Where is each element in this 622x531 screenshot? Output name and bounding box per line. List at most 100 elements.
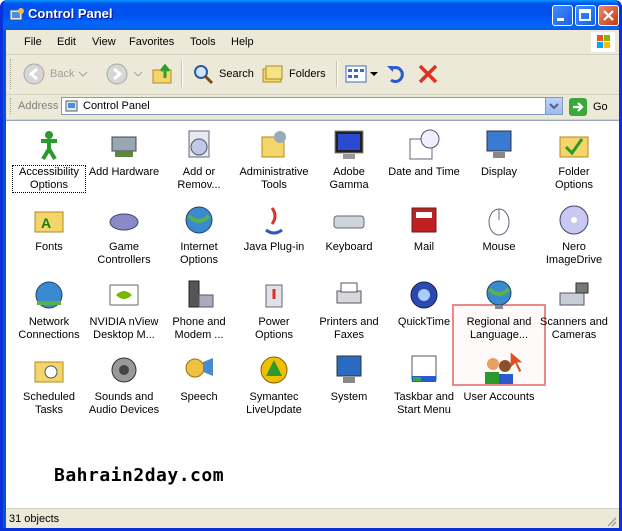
icon-view: Bahrain2day.com Accessibility Options Add… <box>6 120 619 508</box>
control-panel-item[interactable]: Administrative Tools <box>238 127 310 192</box>
item-label: Scanners and Cameras <box>540 316 608 341</box>
nvidia-icon <box>109 284 139 306</box>
control-panel-item[interactable]: Symantec LiveUpdate <box>238 352 310 417</box>
item-label: Mouse <box>482 241 516 253</box>
item-label: Nero ImageDrive <box>545 241 603 266</box>
undo-button[interactable] <box>384 60 408 88</box>
watermark: Bahrain2day.com <box>54 465 225 486</box>
windows-logo-icon <box>591 32 615 52</box>
address-value: Control Panel <box>83 100 150 112</box>
item-label: NVIDIA nView Desktop M... <box>89 316 159 341</box>
svg-text:A: A <box>41 215 51 231</box>
control-panel-item[interactable]: Adobe Gamma <box>313 127 385 192</box>
add-hardware-icon <box>111 136 137 157</box>
control-panel-item[interactable]: Game Controllers <box>88 202 160 267</box>
go-button[interactable]: Go <box>569 98 608 116</box>
close-button[interactable] <box>598 5 619 26</box>
chevron-down-icon <box>79 71 88 77</box>
control-panel-item[interactable]: Internet Options <box>163 202 235 267</box>
menu-tools[interactable]: Tools <box>190 36 216 48</box>
title-bar[interactable]: Control Panel <box>3 0 619 30</box>
standard-toolbar: Back Search Folders <box>6 55 619 95</box>
item-label: Printers and Faxes <box>319 316 379 341</box>
chevron-down-icon <box>133 71 143 77</box>
keyboard-icon <box>333 215 365 229</box>
delete-icon <box>418 64 438 84</box>
address-label: Address <box>18 100 59 112</box>
add-remove-programs-icon <box>188 130 210 158</box>
item-label: QuickTime <box>397 316 451 328</box>
up-folder-button[interactable] <box>151 60 175 88</box>
java-icon <box>265 207 283 235</box>
control-panel-item[interactable]: User Accounts <box>463 352 535 404</box>
views-button[interactable] <box>344 60 378 88</box>
internet-options-icon <box>185 206 213 234</box>
menu-file[interactable]: File <box>24 36 42 48</box>
control-panel-item[interactable]: Accessibility Options <box>12 127 86 193</box>
control-panel-item[interactable]: System <box>313 352 385 404</box>
search-button[interactable]: Search <box>191 60 254 88</box>
control-panel-item[interactable]: Java Plug-in <box>238 202 310 254</box>
control-panel-item[interactable]: Scheduled Tasks <box>13 352 85 417</box>
back-arrow-icon <box>23 63 45 85</box>
item-label: Phone and Modem ... <box>172 316 226 341</box>
adobe-gamma-icon <box>334 130 364 159</box>
forward-button[interactable] <box>105 60 143 88</box>
maximize-button[interactable] <box>575 5 596 26</box>
sounds-audio-icon <box>111 357 137 383</box>
control-panel-item[interactable]: QuickTime <box>388 277 460 329</box>
item-label: Fonts <box>35 241 63 253</box>
control-panel-item[interactable]: Mail <box>388 202 460 254</box>
control-panel-item[interactable]: Display <box>463 127 535 179</box>
control-panel-item[interactable]: Mouse <box>463 202 535 254</box>
toolbar-grip[interactable] <box>10 59 14 89</box>
minimize-button[interactable] <box>552 5 573 26</box>
control-panel-item[interactable]: Add or Remov... <box>163 127 235 192</box>
folders-icon <box>262 65 283 83</box>
mouse-icon <box>488 208 510 236</box>
back-button[interactable]: Back <box>22 60 88 88</box>
chevron-down-icon <box>370 72 378 76</box>
control-panel-item[interactable]: Nero ImageDrive <box>538 202 610 267</box>
address-field[interactable]: Control Panel <box>61 97 563 115</box>
control-panel-item[interactable]: Printers and Faxes <box>313 277 385 342</box>
network-connections-icon <box>35 281 63 309</box>
control-panel-item[interactable]: Add Hardware <box>88 127 160 179</box>
resize-grip-icon[interactable] <box>605 515 617 527</box>
scheduled-tasks-icon <box>34 361 64 383</box>
control-panel-item[interactable]: Network Connections <box>13 277 85 342</box>
control-panel-item[interactable]: Power Options <box>238 277 310 342</box>
folder-options-icon <box>559 136 589 158</box>
control-panel-item[interactable]: Regional and Language... <box>463 277 535 342</box>
toolbar-separator <box>181 61 183 87</box>
item-label: Power Options <box>255 316 293 341</box>
mail-icon <box>411 207 437 233</box>
folders-button[interactable]: Folders <box>261 60 326 88</box>
address-grip[interactable] <box>10 98 14 114</box>
menu-help[interactable]: Help <box>231 36 254 48</box>
menu-favorites[interactable]: Favorites <box>129 36 174 48</box>
control-panel-item[interactable]: Keyboard <box>313 202 385 254</box>
menu-view[interactable]: View <box>92 36 116 48</box>
control-panel-item[interactable]: Taskbar and Start Menu <box>388 352 460 417</box>
power-options-icon <box>265 284 283 308</box>
control-panel-item[interactable]: NVIDIA nView Desktop M... <box>88 277 160 342</box>
undo-icon <box>387 66 404 83</box>
control-panel-item[interactable]: Date and Time <box>388 127 460 179</box>
item-label: Regional and Language... <box>466 316 532 341</box>
item-label: Taskbar and Start Menu <box>394 391 454 416</box>
control-panel-item[interactable]: Scanners and Cameras <box>538 277 610 342</box>
control-panel-item[interactable]: Speech <box>163 352 235 404</box>
address-dropdown-button[interactable] <box>545 98 562 114</box>
item-label: Speech <box>180 391 218 403</box>
control-panel-item[interactable]: Phone and Modem ... <box>163 277 235 342</box>
control-panel-item[interactable]: Folder Options <box>538 127 610 192</box>
item-label: Adobe Gamma <box>329 166 369 191</box>
printers-faxes-icon <box>336 282 362 304</box>
control-panel-item[interactable]: Sounds and Audio Devices <box>88 352 160 417</box>
delete-button[interactable] <box>416 60 440 88</box>
chevron-down-icon <box>549 103 559 110</box>
control-panel-item[interactable]: A Fonts <box>13 202 85 254</box>
menu-edit[interactable]: Edit <box>57 36 76 48</box>
item-label: System <box>330 391 368 403</box>
